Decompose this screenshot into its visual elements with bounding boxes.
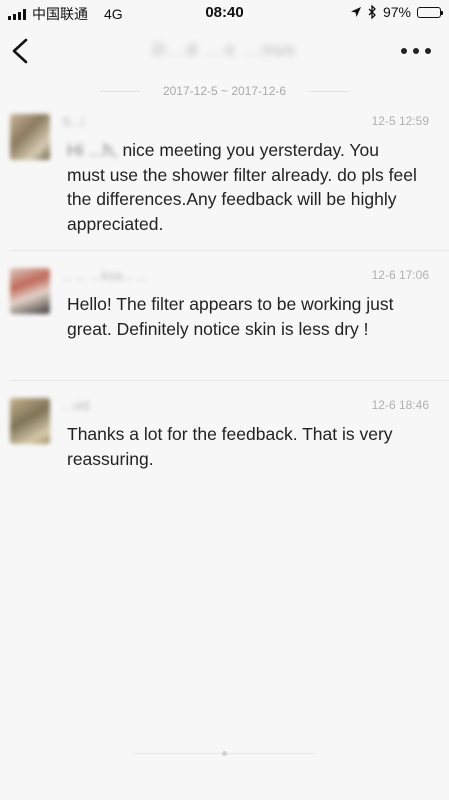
message-text-body: nice meeting you yersterday. You must us… [67,140,417,234]
history-date-range: 2017-12-5 ~ 2017-12-6 [0,84,449,98]
message-item[interactable]: ... ... ...ksa... ... 12-6 17:06 Hello! … [0,262,449,372]
more-button[interactable] [401,40,431,62]
sender-name: S...i [62,114,85,129]
message-text-redacted: Hi ...h, [67,140,118,160]
back-button[interactable] [8,34,40,68]
status-bar: 中国联通 4G 08:40 97% [0,0,449,26]
divider [10,250,449,251]
message-item[interactable]: S...i 12-5 12:59 Hi ...h, nice meeting y… [0,108,449,248]
more-dot [413,48,419,54]
message-text: Hi ...h, nice meeting you yersterday. Yo… [67,138,419,236]
bottom-dot-icon [222,751,227,756]
avatar[interactable] [10,114,50,160]
sender-name: ... ... ...ksa... ... [62,268,148,283]
message-text: Hello! The filter appears to be working … [67,294,394,339]
battery-percent: 97% [382,4,411,20]
bluetooth-icon [368,5,376,19]
location-arrow-icon [350,7,361,17]
message-time: 12-6 18:46 [371,398,429,412]
message-text: Thanks a lot for the feedback. That is v… [67,424,393,469]
divider [10,380,449,381]
avatar[interactable] [10,268,50,314]
sender-name: ...vid [62,398,90,413]
message-time: 12-6 17:06 [371,268,429,282]
avatar[interactable] [10,398,50,444]
battery-icon [417,6,443,18]
more-dot [425,48,431,54]
message-item[interactable]: ...vid 12-6 18:46 Thanks a lot for the f… [0,392,449,482]
status-right: 97% [350,4,443,20]
nav-bar: D...d ...s ...nus [0,26,449,76]
more-dots-icon [401,48,407,54]
message-time: 12-5 12:59 [371,114,429,128]
chat-title: D...d ...s ...nus [152,40,297,59]
chevron-left-icon [12,38,28,64]
